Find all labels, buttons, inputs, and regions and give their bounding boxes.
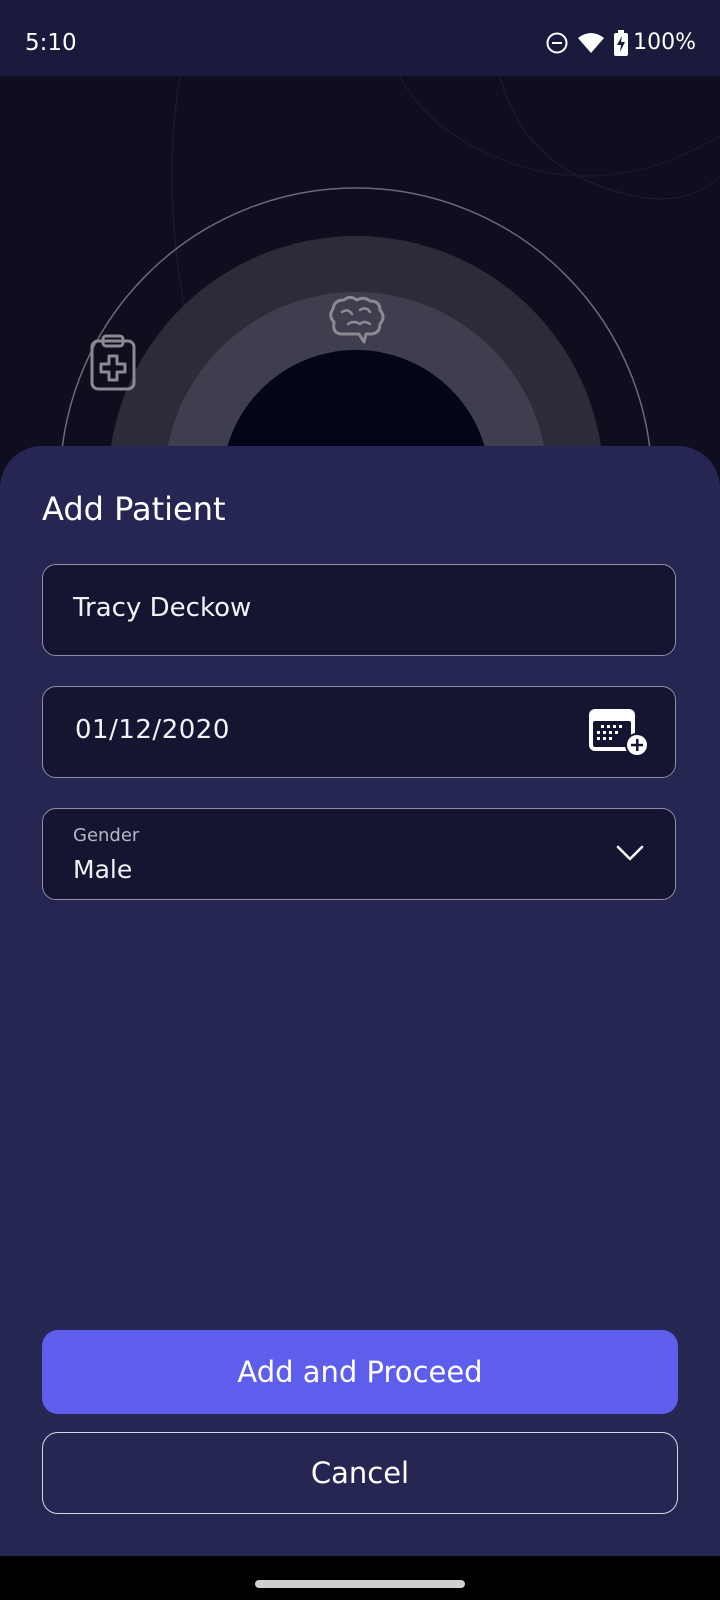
wifi-icon	[577, 31, 605, 55]
patient-name-value: Tracy Deckow	[73, 593, 252, 623]
add-and-proceed-button[interactable]: Add and Proceed	[42, 1330, 678, 1414]
chevron-down-icon[interactable]	[615, 841, 645, 865]
status-bar: 5:10 100%	[0, 0, 720, 76]
battery-percentage: 100%	[633, 30, 696, 55]
gender-value: Male	[73, 855, 133, 884]
status-icons: 100%	[545, 28, 696, 58]
battery-charging-icon	[613, 30, 629, 56]
date-of-birth-field[interactable]: 01/12/2020	[42, 686, 676, 778]
patient-name-field[interactable]: Tracy Deckow	[42, 564, 676, 656]
date-of-birth-value: 01/12/2020	[75, 715, 230, 745]
status-time: 5:10	[25, 30, 77, 56]
cancel-button[interactable]: Cancel	[42, 1432, 678, 1514]
home-gesture-handle[interactable]	[255, 1580, 465, 1588]
hero-background	[0, 76, 720, 496]
gender-label: Gender	[73, 825, 140, 846]
navigation-bar	[0, 1556, 720, 1600]
do-not-disturb-icon	[545, 31, 569, 55]
calendar-add-icon[interactable]	[587, 705, 651, 759]
gender-select[interactable]: Gender Male	[42, 808, 676, 900]
sheet-title: Add Patient	[42, 490, 226, 528]
add-patient-screen: 5:10 100% Add Patient Tracy Deckow 01/12…	[0, 0, 720, 1600]
add-patient-sheet: Add Patient Tracy Deckow 01/12/2020 Gend…	[0, 446, 720, 1556]
